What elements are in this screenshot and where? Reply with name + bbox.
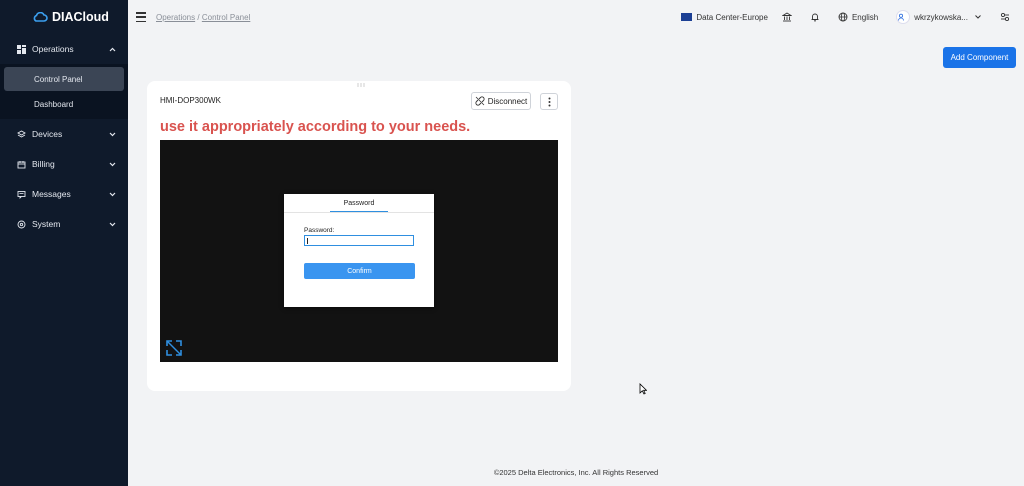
globe-icon bbox=[838, 12, 848, 22]
breadcrumb-separator: / bbox=[197, 12, 200, 22]
bell-icon bbox=[811, 13, 819, 22]
sidebar-group-label: Messages bbox=[32, 189, 71, 199]
bank-button[interactable] bbox=[781, 12, 796, 22]
sliders-icon bbox=[1000, 12, 1010, 22]
datacenter-label: Data Center-Europe bbox=[696, 12, 768, 22]
language-selector[interactable]: English bbox=[838, 12, 878, 22]
drag-handle-icon[interactable] bbox=[357, 83, 365, 87]
notifications-button[interactable] bbox=[810, 12, 824, 22]
password-label: Password: bbox=[304, 227, 335, 234]
layers-icon bbox=[16, 129, 26, 139]
sidebar-item-control-panel[interactable]: Control Panel bbox=[4, 67, 124, 91]
sidebar: DIACloud Operations Control Panel Dashbo… bbox=[0, 0, 128, 486]
sidebar-group-label: Billing bbox=[32, 159, 55, 169]
bank-icon bbox=[781, 12, 792, 22]
add-component-button[interactable]: Add Component bbox=[943, 47, 1016, 68]
operations-subnav: Control Panel Dashboard bbox=[0, 64, 128, 119]
menu-toggle-icon[interactable] bbox=[136, 12, 146, 22]
disconnect-button[interactable]: Disconnect bbox=[471, 92, 531, 110]
breadcrumb-current-link[interactable]: Control Panel bbox=[202, 13, 250, 22]
chevron-up-icon bbox=[108, 45, 116, 53]
chevron-down-icon bbox=[108, 190, 116, 198]
unlink-icon bbox=[475, 96, 485, 106]
sidebar-group-label: System bbox=[32, 219, 61, 229]
footer-copyright: ©2025 Delta Electronics, Inc. All Rights… bbox=[493, 468, 659, 477]
chevron-down-icon bbox=[108, 160, 116, 168]
grid-icon bbox=[16, 44, 26, 54]
cloud-logo-icon bbox=[33, 12, 48, 22]
sidebar-group-system[interactable]: System bbox=[0, 209, 128, 239]
language-label: English bbox=[851, 12, 879, 22]
usage-notice: use it appropriately according to your n… bbox=[160, 119, 471, 135]
topbar-actions: Data Center-Europe English wkrzykowska..… bbox=[681, 0, 1024, 34]
sidebar-item-label: Control Panel bbox=[34, 74, 83, 84]
hmi-card: HMI-DOP300WK Disconnect use it appropria… bbox=[147, 81, 571, 391]
topbar: Operations / Control Panel Data Center-E… bbox=[128, 0, 1024, 34]
sidebar-group-billing[interactable]: Billing bbox=[0, 149, 128, 179]
user-icon bbox=[898, 13, 905, 21]
sidebar-group-messages[interactable]: Messages bbox=[0, 179, 128, 209]
sidebar-item-label: Dashboard bbox=[34, 99, 74, 109]
layout-settings-button[interactable] bbox=[1000, 12, 1014, 22]
password-dialog: Password Password: Confirm bbox=[284, 194, 434, 307]
calendar-icon bbox=[16, 159, 26, 169]
disconnect-label: Disconnect bbox=[487, 96, 528, 106]
message-icon bbox=[16, 189, 26, 199]
chevron-down-icon bbox=[108, 220, 116, 228]
chevron-down-icon bbox=[108, 130, 116, 138]
user-name: wkrzykowska... bbox=[914, 12, 968, 22]
breadcrumb-root-link[interactable]: Operations bbox=[156, 13, 195, 22]
app-name: DIACloud bbox=[52, 10, 109, 24]
dialog-divider bbox=[284, 212, 434, 213]
datacenter-selector[interactable]: Data Center-Europe bbox=[681, 13, 768, 22]
sidebar-group-devices[interactable]: Devices bbox=[0, 119, 128, 149]
kebab-menu-icon bbox=[548, 97, 550, 106]
password-field[interactable] bbox=[304, 235, 414, 246]
card-title: HMI-DOP300WK bbox=[160, 96, 221, 105]
sidebar-group-label: Devices bbox=[32, 129, 63, 139]
sidebar-item-dashboard[interactable]: Dashboard bbox=[4, 92, 124, 116]
settings-icon bbox=[16, 219, 26, 229]
chevron-down-icon bbox=[975, 15, 981, 19]
user-menu[interactable]: wkrzykowska... bbox=[896, 10, 986, 24]
eu-flag-icon bbox=[681, 13, 693, 21]
fullscreen-icon[interactable] bbox=[165, 339, 183, 357]
confirm-button[interactable]: Confirm bbox=[304, 263, 415, 279]
sidebar-group-operations[interactable]: Operations bbox=[0, 34, 128, 64]
sidebar-group-label: Operations bbox=[32, 44, 74, 54]
more-options-button[interactable] bbox=[540, 93, 558, 110]
breadcrumb: Operations / Control Panel bbox=[156, 13, 250, 22]
avatar bbox=[896, 10, 911, 24]
app-logo[interactable]: DIACloud bbox=[0, 0, 128, 34]
hmi-screen-viewer[interactable]: Password Password: Confirm bbox=[160, 140, 558, 362]
tab-password[interactable]: Password bbox=[330, 198, 388, 212]
mouse-pointer-icon bbox=[639, 383, 647, 395]
